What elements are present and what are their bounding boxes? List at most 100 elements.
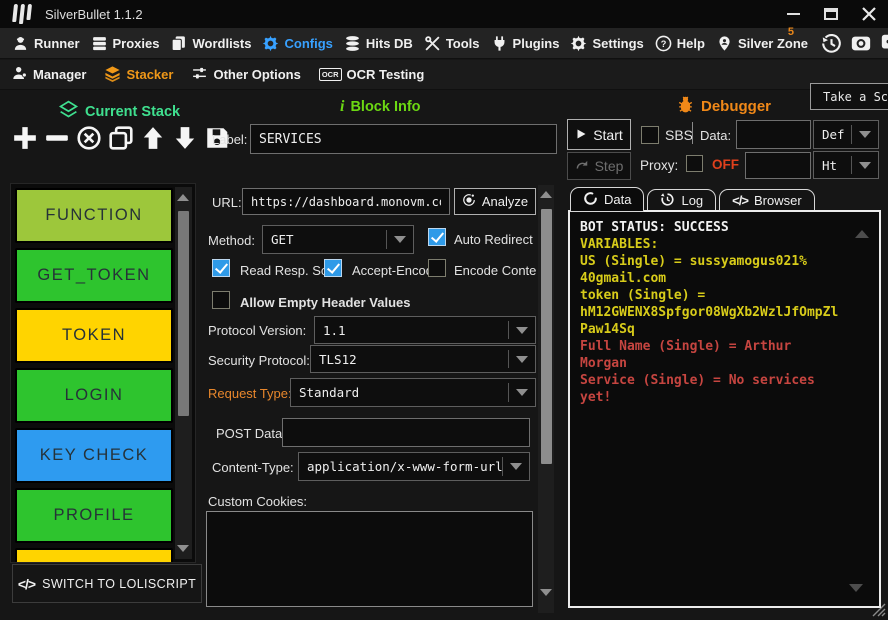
chevron-down-icon [509,389,535,396]
titlebar: SilverBullet 1.1.2 [0,0,888,28]
camera-icon[interactable] [849,31,873,55]
stack-block-key-check[interactable]: KEY CHECK [15,428,173,483]
subnav-manager[interactable]: Manager [12,65,86,84]
debugger-proxy-input[interactable] [745,152,811,179]
console-scroll-up-icon[interactable] [855,230,869,238]
clear-stack-button[interactable] [74,122,104,154]
history-icon[interactable] [819,31,843,55]
menu-wordlists[interactable]: Wordlists [170,35,251,52]
menu-hits-db[interactable]: Hits DB [344,35,413,52]
menu-help[interactable]: ? Help [655,35,705,52]
menu-plugins[interactable]: Plugins [491,35,560,52]
tab-browser[interactable]: </> Browser [719,189,814,212]
subnav-other-options[interactable]: Other Options [191,65,300,85]
add-block-button[interactable] [10,122,40,154]
encode-content-checkbox[interactable] [428,259,446,277]
accept-encoding-checkbox[interactable] [324,259,342,277]
menu-runner[interactable]: Runner [12,35,80,52]
chevron-down-icon [852,162,878,169]
custom-cookies-textarea[interactable] [206,511,533,607]
debugger-console: BOT STATUS: SUCCESS VARIABLES: US (Singl… [568,210,881,608]
code-icon: </> [18,576,35,592]
stack-scrollbar-thumb[interactable] [178,211,189,416]
security-protocol-caption: Security Protocol: [208,353,310,368]
wordlists-icon [170,35,187,52]
data-type-dropdown[interactable]: Def [813,120,879,149]
scroll-down-icon[interactable] [177,545,189,552]
silver-zone-pin-icon [716,35,733,52]
plugins-icon [491,35,508,52]
scroll-down-icon[interactable] [540,589,552,596]
step-arrow-icon [575,158,589,175]
silverbullet-logo-icon [12,4,32,24]
block-label-input[interactable] [250,124,557,154]
close-button[interactable] [858,3,880,25]
method-dropdown[interactable]: GET [262,225,414,254]
maximize-button[interactable] [820,3,842,25]
analyze-button[interactable]: Analyze [454,188,536,215]
debugger-start-button[interactable]: Start [567,119,631,150]
url-input[interactable] [242,188,450,215]
stack-block-profile[interactable]: PROFILE [15,488,173,543]
stack-block-token[interactable]: TOKEN [15,308,173,363]
stacker-layers-icon [104,65,121,85]
protocol-version-dropdown[interactable]: 1.1 [314,316,536,344]
block-info-header: i Block Info [340,99,421,115]
stack-panel: FUNCTION GET_TOKEN TOKEN LOGIN KEY CHECK… [10,183,196,563]
allow-empty-checkbox[interactable] [212,291,230,309]
subnav-stacker[interactable]: Stacker [104,65,173,85]
stack-blocks-list: FUNCTION GET_TOKEN TOKEN LOGIN KEY CHECK… [15,188,173,563]
menu-configs[interactable]: Configs [262,35,332,52]
switch-to-loliscript-button[interactable]: </> SWITCH TO LOLISCRIPT [12,564,202,603]
minimize-button[interactable] [782,3,804,25]
settings-scrollbar-thumb[interactable] [541,209,552,464]
security-protocol-dropdown[interactable]: TLS12 [310,345,536,373]
auto-redirect-checkbox[interactable] [428,228,446,246]
debugger-data-input[interactable] [736,120,811,149]
stack-block-partial[interactable] [15,548,173,563]
history-clock-icon [660,192,675,210]
remove-block-button[interactable] [42,122,72,154]
menu-silver-zone[interactable]: 5 Silver Zone [716,35,808,52]
read-response-label: Read Resp. Sc [240,263,327,278]
chevron-down-icon [852,131,878,138]
post-data-caption: POST Data: [216,426,286,441]
bug-icon [676,95,695,118]
proxy-type-dropdown[interactable]: Ht [813,151,879,179]
tab-data[interactable]: Data [570,187,644,212]
chevron-down-icon [387,236,413,243]
request-type-dropdown[interactable]: Standard [290,378,536,407]
console-scroll-down-icon[interactable] [849,584,863,592]
move-down-button[interactable] [170,122,200,154]
stack-block-function[interactable]: FUNCTION [15,188,173,243]
menu-tools[interactable]: Tools [424,35,480,52]
scroll-up-icon[interactable] [177,194,189,201]
discord-icon[interactable] [879,31,888,55]
debugger-step-button[interactable]: Step [567,152,631,180]
stack-block-login[interactable]: LOGIN [15,368,173,423]
menu-proxies[interactable]: Proxies [91,35,160,52]
block-settings-panel: URL: Analyze Method: GET Auto Redirect R… [204,183,556,620]
menu-settings[interactable]: Settings [570,35,643,52]
request-type-caption: Request Type: [208,386,292,401]
main-menubar: Runner Proxies Wordlists Configs Hits DB… [0,28,888,59]
clone-block-button[interactable] [106,122,136,154]
post-data-input[interactable] [282,418,530,447]
scroll-up-icon[interactable] [540,191,552,198]
data-caption: Data: [700,128,731,143]
hits-db-icon [344,35,361,52]
take-screenshot-button[interactable]: Take a Scr [810,83,888,110]
console-line: token (Single) = [580,287,869,304]
content-type-dropdown[interactable]: application/x-www-form-urlenc [298,452,530,481]
stack-block-get-token[interactable]: GET_TOKEN [15,248,173,303]
proxy-checkbox[interactable] [686,155,703,172]
subnav-ocr-testing[interactable]: OCR OCR Testing [319,67,424,82]
block-label-caption: Label: [212,132,247,147]
settings-scrollbar[interactable] [538,185,554,613]
tab-log[interactable]: Log [647,189,716,212]
stack-scrollbar[interactable] [175,187,192,559]
configs-gear-icon [262,35,279,52]
read-response-checkbox[interactable] [212,259,230,277]
move-up-button[interactable] [138,122,168,154]
sbs-checkbox[interactable] [641,126,659,144]
